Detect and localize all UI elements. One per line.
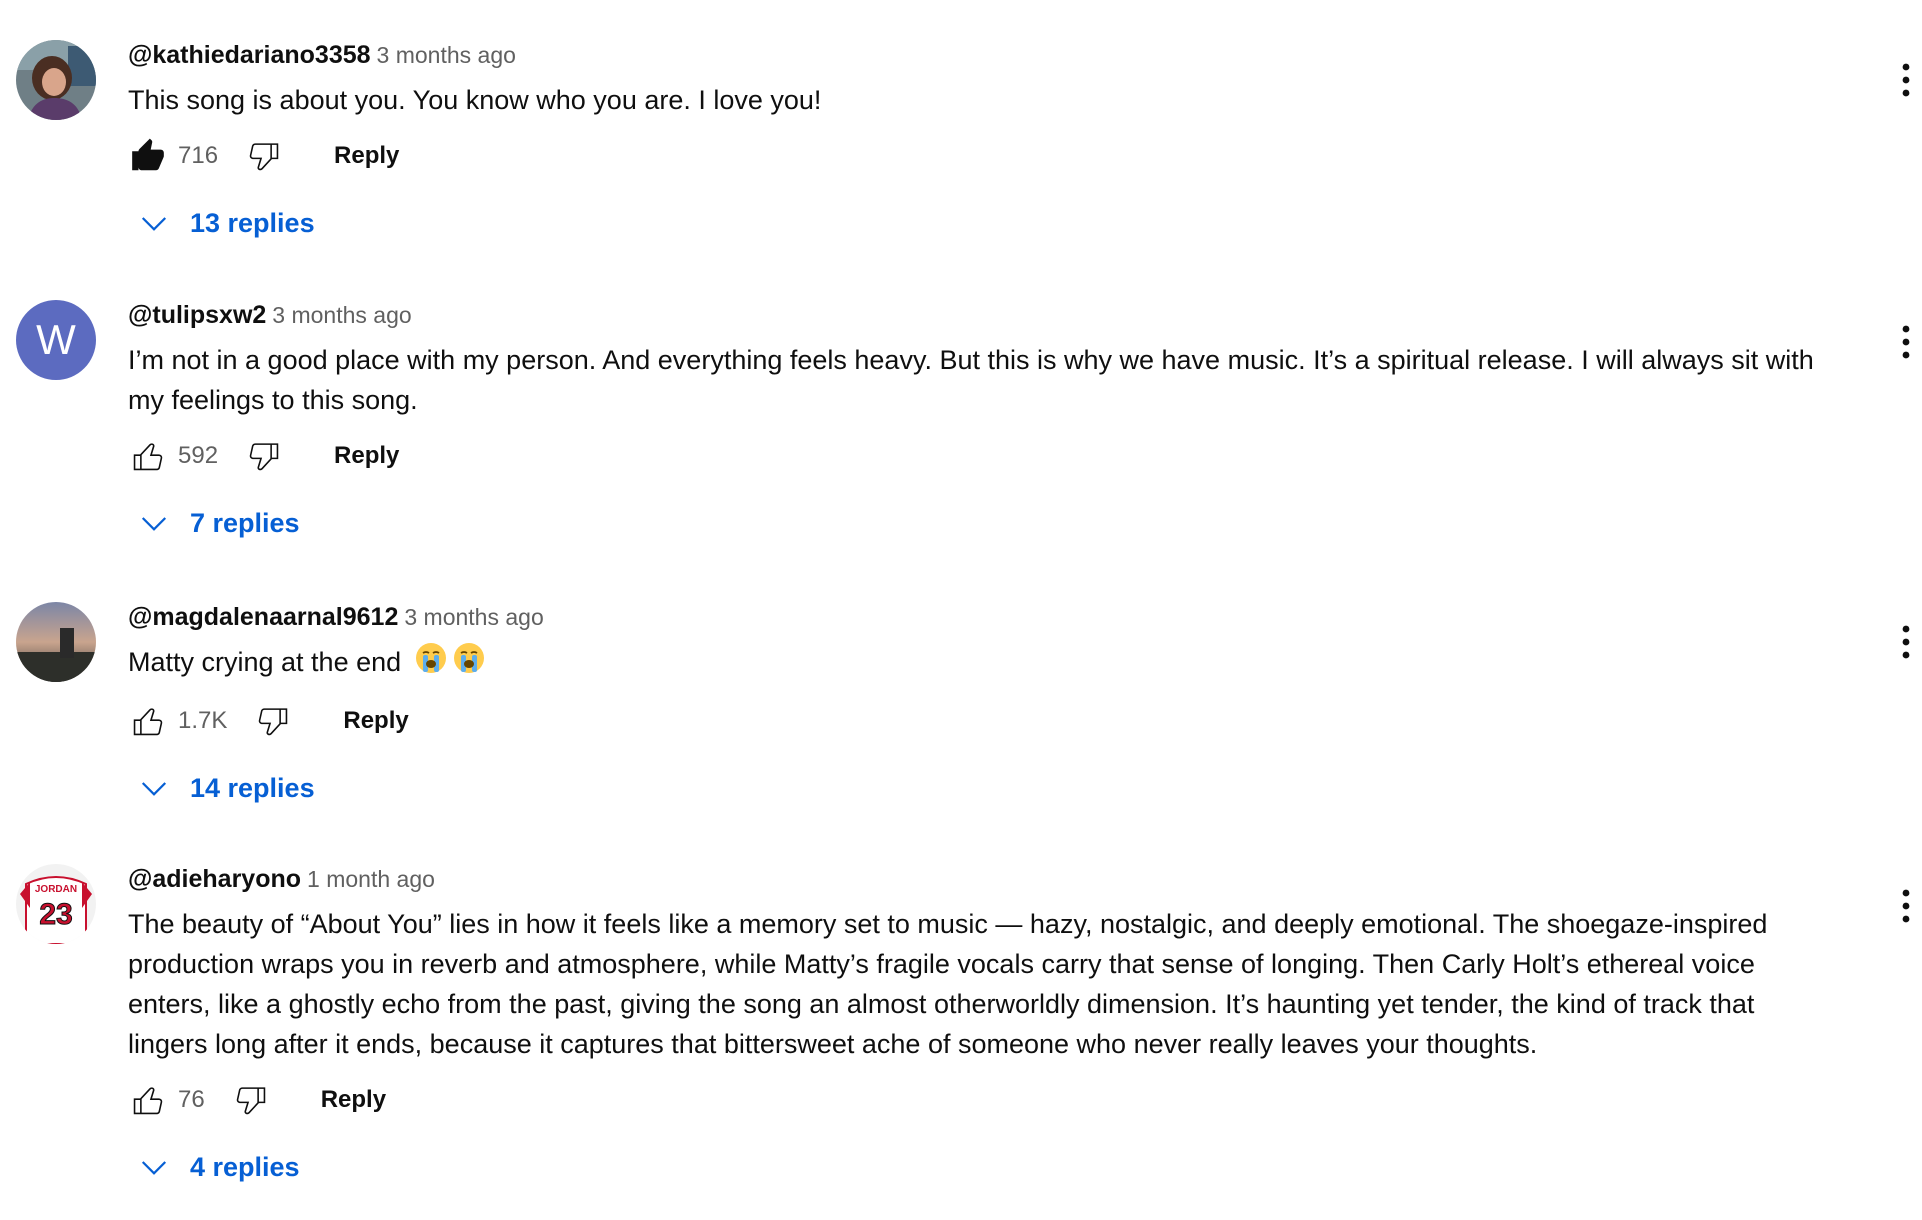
comment-text: The beauty of “About You” lies in how it… <box>128 909 1768 1059</box>
comment-actions: 716 Reply <box>128 136 1828 176</box>
thumbs-up-icon <box>133 708 163 736</box>
replies-count-label[interactable]: 13 replies <box>190 208 315 239</box>
like-count: 1.7K <box>178 707 228 735</box>
thumbs-up-filled-icon <box>132 138 164 171</box>
comment-time[interactable]: 3 months ago <box>272 302 411 328</box>
comment-text-content: Matty crying at the end <box>128 647 402 677</box>
dislike-button[interactable] <box>244 436 284 476</box>
dislike-button[interactable] <box>253 701 293 741</box>
comment-header: @kathiedariano3358 3 months ago <box>128 40 1828 70</box>
like-count: 716 <box>178 142 219 169</box>
dislike-button[interactable] <box>231 1080 271 1120</box>
like-button[interactable] <box>128 701 168 741</box>
replies-count-label[interactable]: 14 replies <box>190 773 315 804</box>
thumbs-down-icon <box>249 143 279 171</box>
loudly-crying-face-emoji <box>453 642 485 685</box>
loudly-crying-face-emoji <box>415 642 447 685</box>
more-vert-icon <box>1902 63 1910 97</box>
dislike-button[interactable] <box>244 136 284 176</box>
reply-button[interactable]: Reply <box>334 142 399 170</box>
comment-author[interactable]: @kathiedariano3358 <box>128 41 371 69</box>
comment-actions: 1.7K Reply <box>128 701 1828 741</box>
comment-actions: 592 Reply <box>128 436 1828 476</box>
comment-time[interactable]: 1 month ago <box>307 866 435 892</box>
thumbs-up-icon <box>133 443 163 471</box>
view-replies-button[interactable]: 7 replies <box>128 500 1828 546</box>
comment-author[interactable]: @tulipsxw2 <box>128 301 266 329</box>
more-vert-icon <box>1902 325 1910 359</box>
thumbs-up-icon <box>133 1087 163 1115</box>
view-replies-button[interactable]: 4 replies <box>128 1144 1828 1190</box>
jersey-text: JORDAN <box>35 884 77 895</box>
svg-text:23: 23 <box>39 898 72 931</box>
replies-count-label[interactable]: 4 replies <box>190 1152 300 1183</box>
thumbs-down-icon <box>249 443 279 471</box>
reply-button[interactable]: Reply <box>321 1086 386 1114</box>
comment-text: This song is about you. You know who you… <box>128 85 822 115</box>
more-actions-button[interactable] <box>1894 886 1918 926</box>
comment-text: Matty crying at the end <box>128 642 1828 685</box>
comment-header: @magdalenaarnal9612 3 months ago <box>128 602 1828 632</box>
more-actions-button[interactable] <box>1894 622 1918 662</box>
chevron-down-icon <box>136 1149 172 1185</box>
jersey-avatar-icon: JORDAN 23 <box>16 864 96 944</box>
like-button[interactable] <box>128 1080 168 1120</box>
comment-author[interactable]: @magdalenaarnal9612 <box>128 603 398 631</box>
comments-section: @kathiedariano3358 3 months ago This song… <box>0 0 1922 1220</box>
view-replies-button[interactable]: 13 replies <box>128 200 1828 246</box>
chevron-down-icon <box>136 505 172 541</box>
view-replies-button[interactable]: 14 replies <box>128 765 1828 811</box>
like-button[interactable] <box>128 136 168 176</box>
more-actions-button[interactable] <box>1894 322 1918 362</box>
more-actions-button[interactable] <box>1894 60 1918 100</box>
more-vert-icon <box>1902 625 1910 659</box>
like-button[interactable] <box>128 436 168 476</box>
thumbs-down-icon <box>259 708 288 736</box>
like-count: 592 <box>178 442 219 469</box>
avatar[interactable] <box>16 602 96 682</box>
comment-header: @tulipsxw2 3 months ago <box>128 300 1828 330</box>
comment-actions: 76 Reply <box>128 1080 1828 1120</box>
comment-time[interactable]: 3 months ago <box>377 42 516 68</box>
like-count: 76 <box>178 1086 205 1113</box>
avatar[interactable]: W <box>16 300 96 380</box>
more-vert-icon <box>1902 889 1910 923</box>
avatar-photo <box>16 602 96 682</box>
comment-author[interactable]: @adieharyono <box>128 865 301 893</box>
avatar[interactable]: JORDAN 23 <box>16 864 96 944</box>
chevron-down-icon <box>136 205 172 241</box>
avatar[interactable] <box>16 40 96 120</box>
comment-header: @adieharyono 1 month ago <box>128 864 1828 894</box>
thumbs-down-icon <box>236 1087 265 1115</box>
chevron-down-icon <box>136 770 172 806</box>
avatar-photo <box>16 40 96 120</box>
replies-count-label[interactable]: 7 replies <box>190 508 300 539</box>
reply-button[interactable]: Reply <box>334 442 399 470</box>
comment-time[interactable]: 3 months ago <box>404 604 543 630</box>
comment-text: I’m not in a good place with my person. … <box>128 345 1814 415</box>
reply-button[interactable]: Reply <box>343 707 408 735</box>
